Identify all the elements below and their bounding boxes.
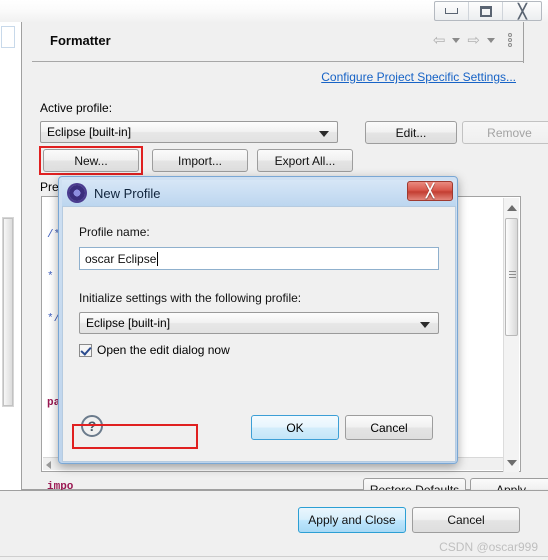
dialog-cancel-button[interactable]: Cancel xyxy=(345,415,433,440)
back-arrow-icon[interactable]: ⇦ xyxy=(433,31,446,49)
open-edit-dialog-label: Open the edit dialog now xyxy=(97,343,230,357)
edit-button[interactable]: Edit... xyxy=(365,121,457,144)
new-button[interactable]: New... xyxy=(43,149,139,172)
window-title-strip: ╳ xyxy=(0,0,548,22)
configure-project-specific-settings-link[interactable]: Configure Project Specific Settings... xyxy=(321,70,516,84)
panel-header: Formatter ⇦ ⇨ xyxy=(32,22,524,62)
text-cursor xyxy=(157,251,159,266)
profile-name-value: oscar Eclipse xyxy=(85,251,157,266)
panel-toolbar: ⇦ ⇨ xyxy=(433,31,512,49)
remove-button: Remove xyxy=(462,121,548,144)
dialog-close-button[interactable]: ╳ xyxy=(407,181,453,201)
watermark: CSDN @oscar999 xyxy=(439,540,538,554)
scroll-up-arrow-icon[interactable] xyxy=(504,200,519,215)
view-menu-icon[interactable] xyxy=(508,33,512,47)
active-profile-combo[interactable]: Eclipse [built-in] xyxy=(40,121,338,143)
chevron-down-icon xyxy=(420,322,430,328)
help-icon[interactable]: ? xyxy=(81,415,103,437)
profile-name-label: Profile name: xyxy=(79,225,150,239)
active-profile-label: Active profile: xyxy=(40,101,113,115)
forward-dropdown-icon[interactable] xyxy=(487,37,495,43)
filter-text-field[interactable] xyxy=(1,26,15,48)
chevron-down-icon xyxy=(319,131,329,137)
import-button[interactable]: Import... xyxy=(152,149,248,172)
scrollbar-grip-icon xyxy=(509,271,516,279)
back-dropdown-icon[interactable] xyxy=(452,37,461,43)
export-all-button[interactable]: Export All... xyxy=(257,149,353,172)
initialize-profile-combo[interactable]: Eclipse [built-in] xyxy=(79,312,439,334)
preview-scrollbar-thumb[interactable] xyxy=(505,218,518,336)
preferences-tree-panel[interactable] xyxy=(0,22,22,490)
maximize-icon xyxy=(479,5,492,17)
new-profile-dialog: New Profile ╳ Profile name: oscar Eclips… xyxy=(58,176,458,464)
profile-name-input[interactable]: oscar Eclipse xyxy=(79,247,439,270)
ok-button[interactable]: OK xyxy=(251,415,339,440)
window-controls: ╳ xyxy=(434,1,542,21)
preview-vertical-scrollbar[interactable] xyxy=(503,198,519,472)
scroll-down-arrow-icon[interactable] xyxy=(504,455,519,470)
forward-arrow-icon[interactable]: ⇨ xyxy=(467,31,480,49)
open-edit-dialog-checkbox-row[interactable]: Open the edit dialog now xyxy=(79,343,230,357)
bottom-divider xyxy=(0,556,548,557)
close-button[interactable]: ╳ xyxy=(503,2,541,20)
cancel-button[interactable]: Cancel xyxy=(412,507,520,533)
dialog-title-bar[interactable]: New Profile ╳ xyxy=(62,180,456,206)
dialog-title: New Profile xyxy=(94,185,161,201)
scroll-left-arrow-icon[interactable] xyxy=(46,461,51,469)
close-icon: ╳ xyxy=(518,3,527,19)
initialize-settings-label: Initialize settings with the following p… xyxy=(79,291,302,305)
tree-scrollbar-thumb[interactable] xyxy=(3,218,13,406)
maximize-button[interactable] xyxy=(469,2,503,20)
apply-and-close-button[interactable]: Apply and Close xyxy=(298,507,406,533)
page-title: Formatter xyxy=(50,33,111,48)
minimize-icon xyxy=(445,8,458,14)
initialize-profile-value: Eclipse [built-in] xyxy=(86,316,171,330)
dialog-content: Profile name: oscar Eclipse Initialize s… xyxy=(62,206,456,462)
tree-scrollbar[interactable] xyxy=(2,217,14,407)
open-edit-dialog-checkbox[interactable] xyxy=(79,343,92,357)
minimize-button[interactable] xyxy=(435,2,469,20)
eclipse-preferences-window: ╳ Formatter ⇦ ⇨ Configure Project Specif… xyxy=(0,0,548,560)
active-profile-value: Eclipse [built-in] xyxy=(47,125,132,139)
gear-icon xyxy=(69,185,85,201)
